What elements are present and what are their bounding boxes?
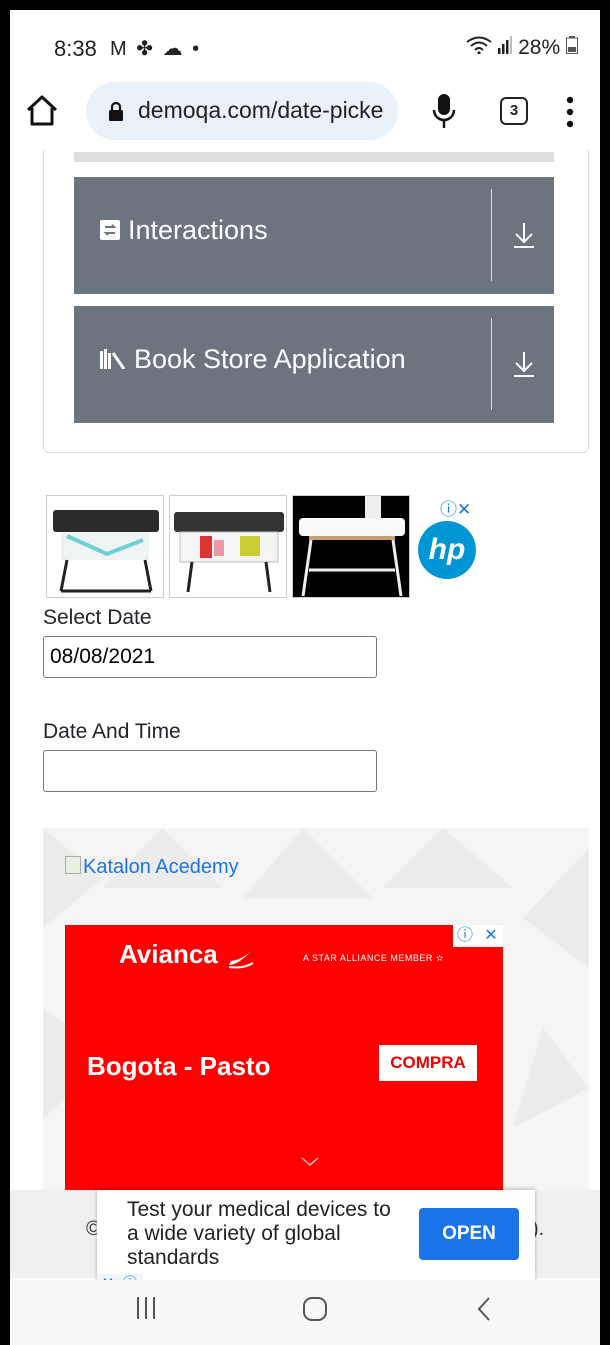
route-text: Bogota - Pasto bbox=[87, 1051, 271, 1081]
wifi-icon bbox=[466, 36, 498, 59]
printer-ad[interactable]: hp bbox=[46, 495, 486, 598]
web-page: Interactions Book Store Application hp ⓘ… bbox=[10, 150, 600, 1345]
chevron-down-icon[interactable] bbox=[301, 1157, 319, 1167]
menu-group-interactions[interactable]: Interactions bbox=[74, 177, 554, 294]
microphone-icon[interactable] bbox=[432, 92, 456, 130]
download-arrow-icon[interactable] bbox=[512, 350, 536, 378]
battery-percent: 28% bbox=[518, 36, 561, 59]
back-nav-icon[interactable] bbox=[476, 1296, 492, 1322]
tab-switcher-button[interactable]: 3 bbox=[500, 97, 528, 125]
recent-apps-icon[interactable] bbox=[136, 1296, 156, 1320]
battery-icon bbox=[566, 36, 578, 59]
broken-image-icon bbox=[65, 856, 81, 874]
compra-button[interactable]: COMPRA bbox=[379, 1045, 477, 1081]
phone-screen: 8:38 M ✤ ☁ • 28% demoqa.com/date-picke 3… bbox=[10, 10, 600, 1345]
more-options-icon[interactable] bbox=[566, 94, 574, 130]
date-time-input[interactable] bbox=[43, 750, 377, 792]
url-text: demoqa.com/date-picke bbox=[138, 97, 384, 123]
signal-icon bbox=[498, 36, 518, 59]
menu-group-separator bbox=[491, 318, 492, 410]
menu-group-label: Book Store Application bbox=[134, 344, 406, 374]
interactions-icon bbox=[100, 216, 120, 247]
books-icon bbox=[100, 345, 126, 376]
date-time-label: Date And Time bbox=[43, 720, 181, 743]
menu-divider bbox=[74, 152, 554, 162]
avianca-logo: Avianca bbox=[119, 939, 257, 970]
browser-toolbar: demoqa.com/date-picke 3 bbox=[10, 72, 600, 150]
notification-icons: M ✤ ☁ • bbox=[110, 38, 202, 60]
home-nav-icon[interactable] bbox=[302, 1296, 328, 1322]
hp-logo[interactable]: hp bbox=[418, 521, 476, 579]
select-date-label: Select Date bbox=[43, 606, 152, 629]
system-nav-bar bbox=[10, 1280, 600, 1345]
menu-group-label: Interactions bbox=[128, 215, 268, 245]
ad-close-icon[interactable]: ✕ bbox=[479, 925, 503, 947]
lock-icon bbox=[109, 101, 123, 121]
status-bar: 8:38 M ✤ ☁ • 28% bbox=[10, 10, 600, 72]
menu-group-separator bbox=[491, 189, 492, 281]
star-alliance-text: A STAR ALLIANCE MEMBER ✫ bbox=[303, 953, 444, 963]
avianca-ad[interactable]: Avianca A STAR ALLIANCE MEMBER ✫ Bogota … bbox=[65, 925, 503, 1225]
ad-controls: ⓘ ✕ bbox=[453, 925, 503, 947]
avianca-bird-icon bbox=[228, 947, 255, 969]
status-time: 8:38 bbox=[54, 36, 97, 61]
katalon-alt-text: Katalon Acedemy bbox=[83, 856, 239, 878]
popup-ad-message: Test your medical devices to a wide vari… bbox=[127, 1198, 391, 1269]
ad-choices-icon[interactable]: ⓘ✕ bbox=[440, 495, 471, 520]
address-bar[interactable]: demoqa.com/date-picke bbox=[86, 82, 398, 140]
printer-image[interactable] bbox=[292, 495, 410, 598]
select-date-input[interactable] bbox=[43, 636, 377, 678]
popup-ad[interactable]: Test your medical devices to a wide vari… bbox=[97, 1190, 535, 1294]
printer-image[interactable] bbox=[46, 495, 164, 598]
status-right: 28% bbox=[466, 36, 578, 60]
printer-image[interactable] bbox=[169, 495, 287, 598]
home-icon[interactable] bbox=[22, 90, 62, 130]
open-button[interactable]: OPEN bbox=[419, 1208, 519, 1260]
katalon-image-link[interactable]: Katalon Acedemy bbox=[65, 856, 239, 879]
menu-group-book-store[interactable]: Book Store Application bbox=[74, 306, 554, 423]
download-arrow-icon[interactable] bbox=[512, 221, 536, 249]
ad-info-icon[interactable]: ⓘ bbox=[453, 925, 477, 947]
